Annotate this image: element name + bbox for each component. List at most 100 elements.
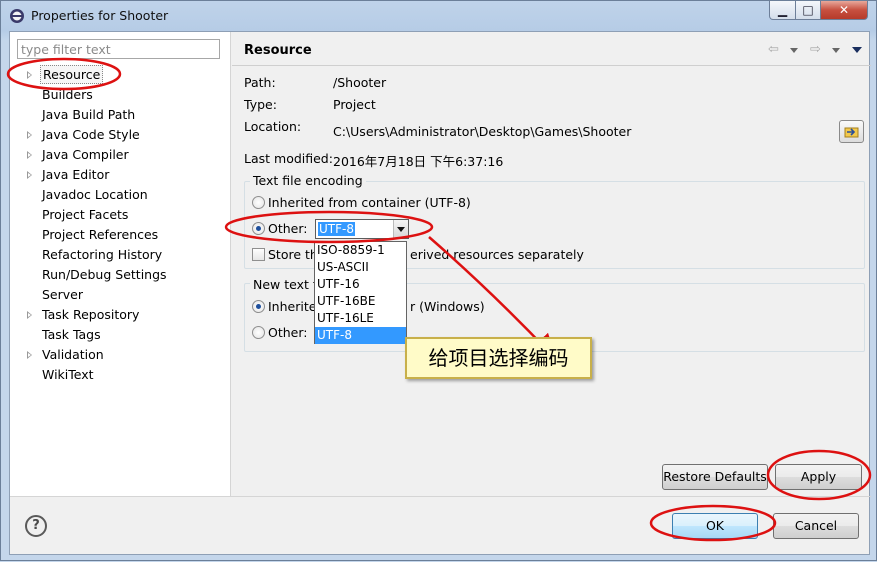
ok-button[interactable]: OK: [672, 513, 758, 539]
tree-item-label: Task Tags: [42, 327, 101, 342]
expand-arrow-icon[interactable]: [27, 311, 32, 319]
eclipse-app-icon: [10, 9, 24, 23]
tree-item[interactable]: Java Compiler: [10, 145, 230, 165]
category-panel: Resource Builders Java Build Path Java Code…: [10, 32, 231, 496]
annotation-callout: 给项目选择编码: [405, 337, 592, 379]
encoding-option[interactable]: UTF-16: [315, 276, 406, 293]
tree-item-label: Server: [42, 287, 83, 302]
title-bar[interactable]: Properties for Shooter ▁ □ ✕: [1, 1, 876, 31]
tree-item[interactable]: Server: [10, 285, 230, 305]
minimize-icon: ▁: [777, 3, 788, 17]
tree-item[interactable]: Run/Debug Settings: [10, 265, 230, 285]
forward-history-dropdown-icon[interactable]: [832, 48, 840, 53]
tree-item[interactable]: WikiText: [10, 365, 230, 385]
apply-button[interactable]: Apply: [775, 464, 862, 490]
help-icon[interactable]: ?: [25, 515, 47, 537]
forward-arrow-icon[interactable]: ⇨: [810, 43, 821, 57]
tree-item[interactable]: Project References: [10, 225, 230, 245]
store-derived-label-end: erived resources separately: [410, 247, 584, 262]
path-value: /Shooter: [333, 75, 387, 90]
expand-arrow-icon[interactable]: [27, 171, 32, 179]
maximize-icon: □: [802, 3, 814, 17]
expand-arrow-icon[interactable]: [27, 131, 32, 139]
path-label: Path:: [244, 75, 276, 90]
tree-item-label: Builders: [42, 87, 93, 102]
close-icon: ✕: [838, 3, 850, 17]
close-button[interactable]: ✕: [820, 1, 868, 20]
tree-item[interactable]: Java Build Path: [10, 105, 230, 125]
store-derived-checkbox[interactable]: [252, 248, 265, 261]
encoding-other-radio[interactable]: [252, 222, 265, 235]
encoding-combo[interactable]: UTF-8: [315, 219, 409, 239]
cancel-button[interactable]: Cancel: [773, 513, 859, 539]
encoding-option[interactable]: UTF-8: [315, 327, 406, 344]
encoding-other-label: Other:: [268, 221, 308, 236]
delimiter-inherited-label-end: r (Windows): [410, 299, 485, 314]
tree-item-label: Javadoc Location: [42, 187, 148, 202]
location-label: Location:: [244, 119, 302, 134]
tree-item[interactable]: Builders: [10, 85, 230, 105]
tree-item-label: Run/Debug Settings: [42, 267, 167, 282]
location-value: C:\Users\Administrator\Desktop\Games\Sho…: [333, 124, 632, 139]
tree-item[interactable]: Project Facets: [10, 205, 230, 225]
last-modified-label: Last modified:: [244, 151, 333, 166]
delimiter-other-radio[interactable]: [252, 326, 265, 339]
category-tree: Resource Builders Java Build Path Java Code…: [10, 65, 230, 385]
delimiter-other-label: Other:: [268, 325, 308, 340]
tree-item-label: Task Repository: [42, 307, 140, 322]
tree-item-label: Java Editor: [42, 167, 110, 182]
encoding-inherited-radio[interactable]: [252, 196, 265, 209]
back-history-dropdown-icon[interactable]: [790, 48, 798, 53]
tree-item-label: WikiText: [42, 367, 94, 382]
encoding-option[interactable]: UTF-16BE: [315, 293, 406, 310]
show-in-explorer-icon: [844, 127, 859, 138]
store-derived-label-start: Store th: [268, 247, 318, 262]
delimiter-inherited-radio[interactable]: [252, 300, 265, 313]
tree-item-label: Project References: [42, 227, 159, 242]
filter-input[interactable]: [17, 39, 220, 59]
encoding-inherited-label: Inherited from container (UTF-8): [268, 195, 471, 210]
view-menu-icon[interactable]: [852, 47, 862, 53]
encoding-dropdown-list[interactable]: ISO-8859-1 US-ASCII UTF-16 UTF-16BE UTF-16LE…: [314, 241, 407, 344]
properties-dialog: Properties for Shooter ▁ □ ✕ Resource Bui…: [0, 0, 877, 561]
encoding-combo-value: UTF-8: [318, 222, 355, 236]
text-encoding-group-title: Text file encoding: [250, 173, 366, 188]
chevron-down-icon[interactable]: [393, 220, 408, 238]
header-divider: [232, 65, 871, 66]
type-value: Project: [333, 97, 376, 112]
tree-item-label: Java Code Style: [42, 127, 140, 142]
encoding-option[interactable]: UTF-16LE: [315, 310, 406, 327]
line-delimiter-group-title: New text fi: [250, 277, 324, 292]
page-title: Resource: [244, 43, 312, 58]
page-navigation: ⇦ ⇨: [768, 42, 868, 58]
maximize-button[interactable]: □: [795, 1, 821, 20]
type-label: Type:: [244, 97, 277, 112]
window-title: Properties for Shooter: [31, 8, 169, 23]
encoding-option[interactable]: US-ASCII: [315, 259, 406, 276]
expand-arrow-icon[interactable]: [27, 351, 32, 359]
tree-item[interactable]: Validation: [10, 345, 230, 365]
delimiter-inherited-label-start: Inherite: [268, 299, 317, 314]
tree-item[interactable]: Task Repository: [10, 305, 230, 325]
back-arrow-icon[interactable]: ⇦: [768, 43, 779, 57]
tree-item-label: Project Facets: [42, 207, 129, 222]
show-in-explorer-button[interactable]: [839, 120, 864, 143]
tree-item-label: Resource: [40, 65, 104, 84]
restore-defaults-button[interactable]: Restore Defaults: [662, 464, 768, 490]
expand-arrow-icon[interactable]: [27, 71, 32, 79]
tree-item-label: Validation: [42, 347, 104, 362]
expand-arrow-icon[interactable]: [27, 151, 32, 159]
encoding-option[interactable]: ISO-8859-1: [315, 242, 406, 259]
minimize-button[interactable]: ▁: [769, 1, 796, 20]
tree-item-label: Java Build Path: [42, 107, 136, 122]
last-modified-value: 2016年7月18日 下午6:37:16: [333, 154, 504, 169]
tree-item[interactable]: Resource: [10, 65, 230, 85]
tree-item[interactable]: Task Tags: [10, 325, 230, 345]
footer-divider: [10, 496, 871, 497]
tree-item-label: Refactoring History: [42, 247, 163, 262]
tree-item[interactable]: Java Editor: [10, 165, 230, 185]
tree-item[interactable]: Refactoring History: [10, 245, 230, 265]
tree-item[interactable]: Java Code Style: [10, 125, 230, 145]
tree-item[interactable]: Javadoc Location: [10, 185, 230, 205]
dialog-body: Resource Builders Java Build Path Java Code…: [9, 31, 871, 555]
